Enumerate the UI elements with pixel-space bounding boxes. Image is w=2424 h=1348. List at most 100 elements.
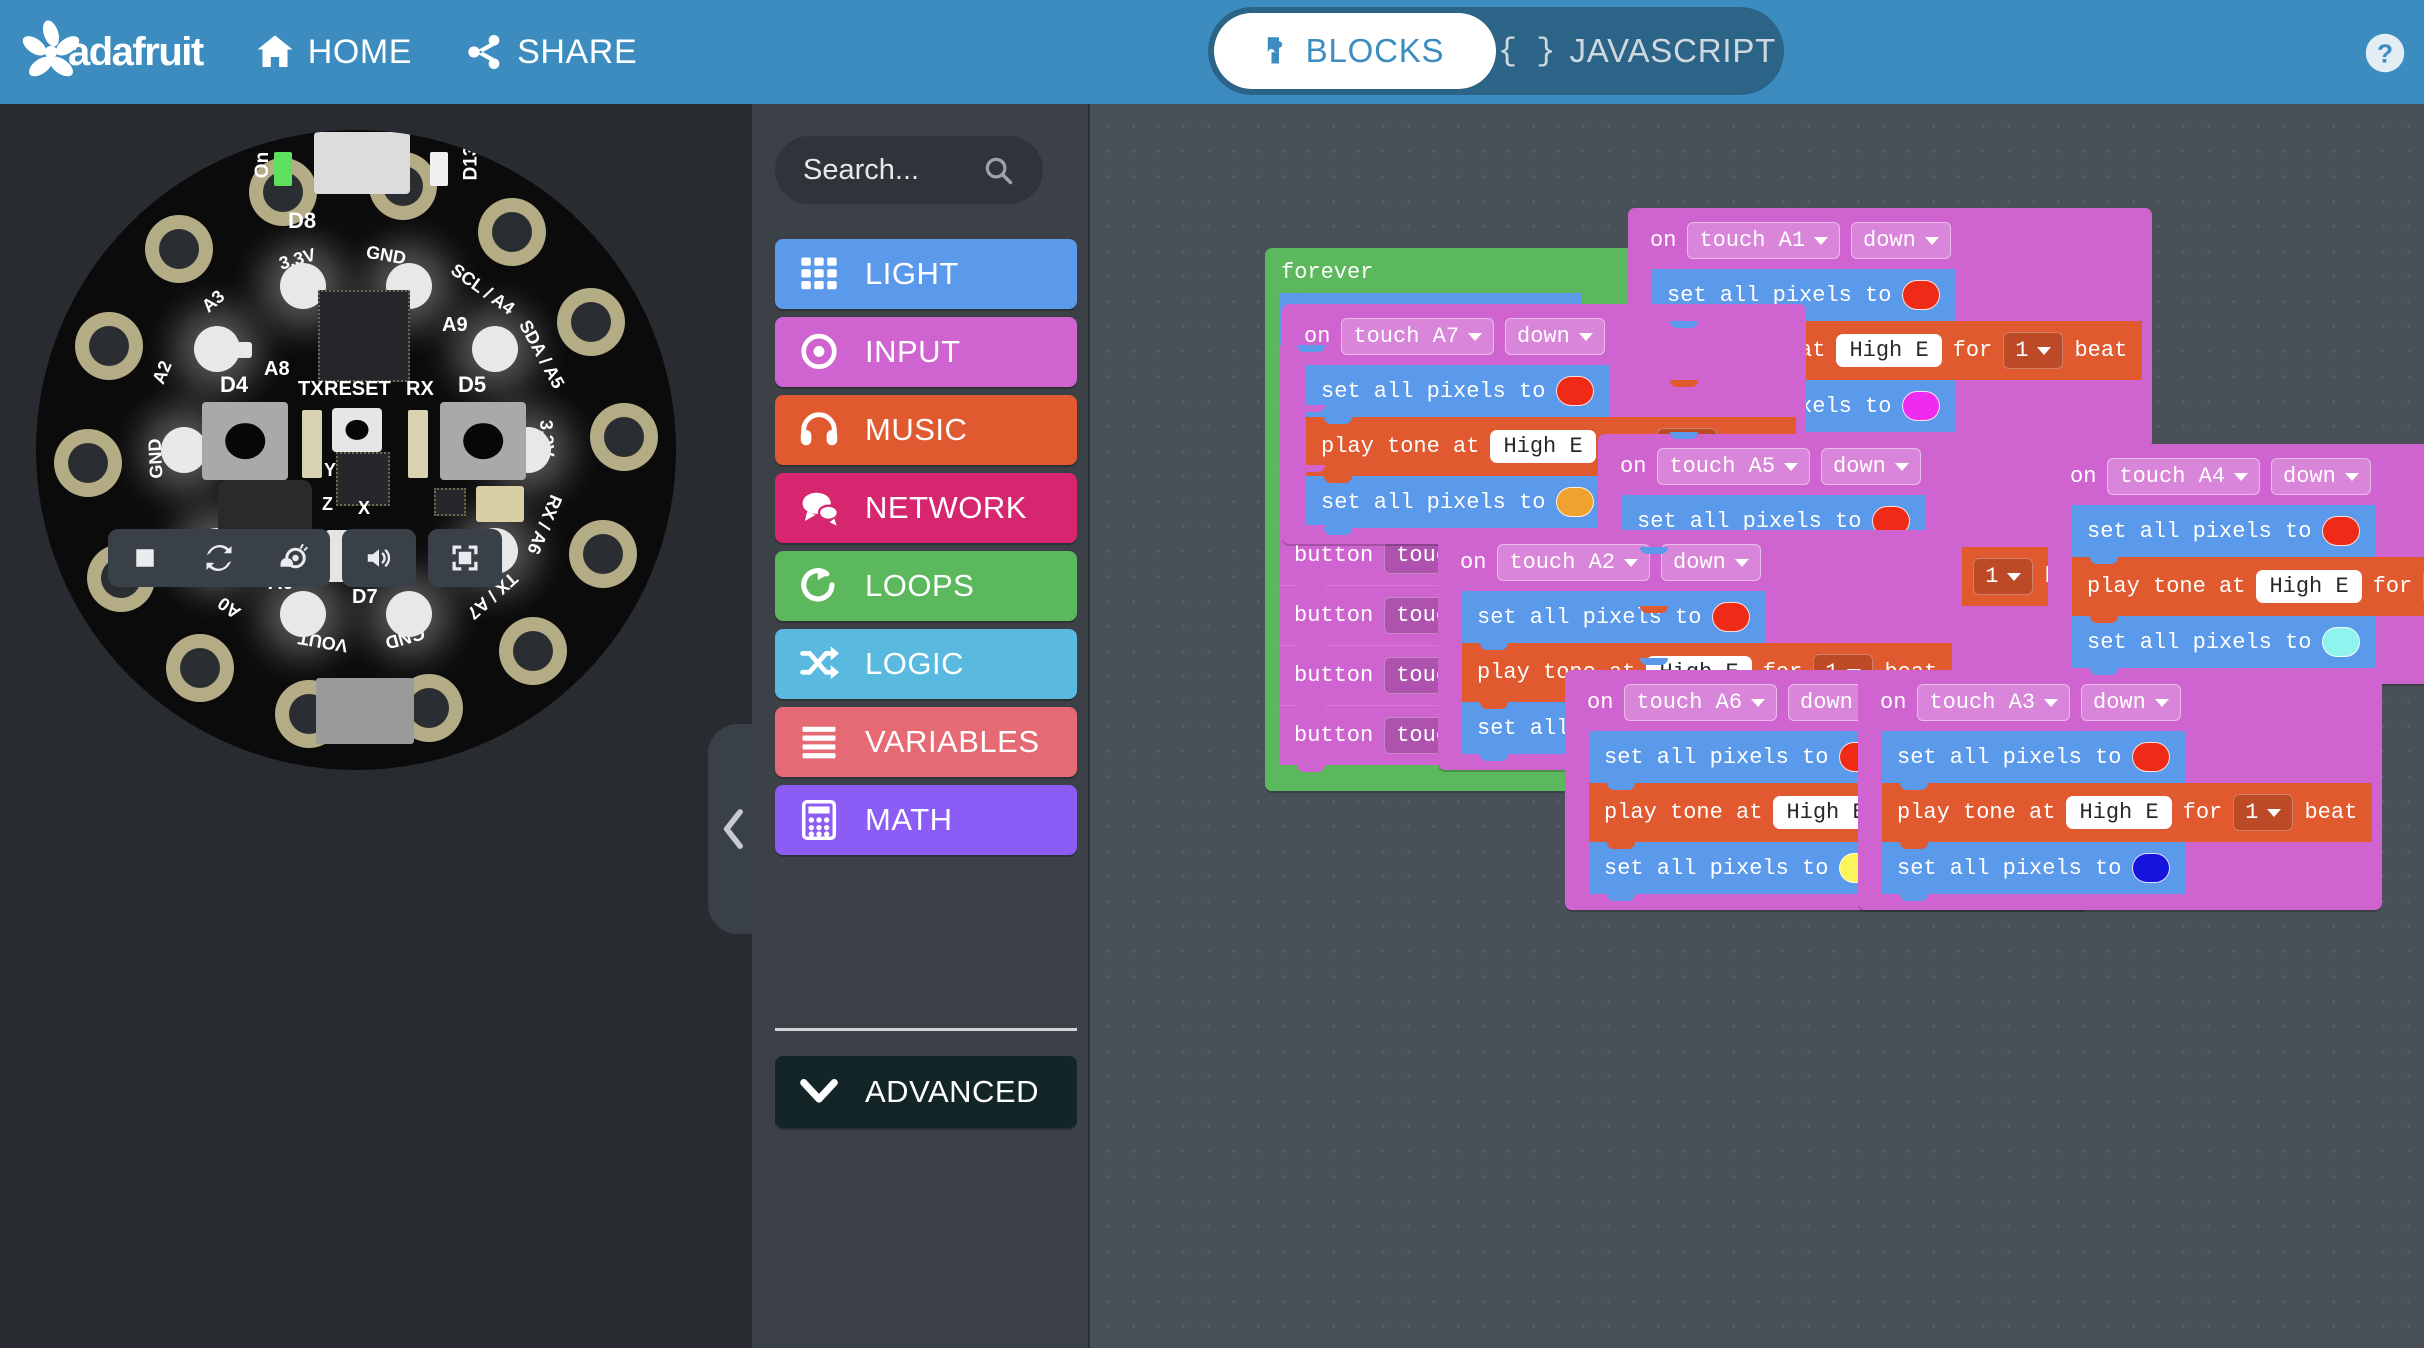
category-label: LIGHT <box>865 256 959 292</box>
block-stack: set all pixels toplay tone atHigh Efor1b… <box>2072 505 2424 668</box>
event-dropdown[interactable]: down <box>2081 684 2181 721</box>
set-all-pixels-block[interactable]: set all pixels to <box>1306 365 1609 417</box>
snail-icon <box>278 543 308 573</box>
touch-pad-2[interactable] <box>557 288 625 356</box>
block-label: set all pixels to <box>1604 745 1828 770</box>
color-swatch[interactable] <box>1902 280 1940 310</box>
tab-blocks[interactable]: BLOCKS <box>1214 13 1496 89</box>
share-button[interactable]: SHARE <box>464 0 637 104</box>
help-icon[interactable]: ? <box>2364 32 2406 74</box>
pin-dropdown[interactable]: touch A7 <box>1341 318 1494 355</box>
pin-dropdown[interactable]: touch A1 <box>1687 222 1840 259</box>
color-swatch[interactable] <box>1712 602 1750 632</box>
collapse-simulator-handle[interactable] <box>708 724 760 934</box>
event-handler-touch-a3[interactable]: ontouch A3downset all pixels toplay tone… <box>1858 670 2382 910</box>
block-notch <box>1297 345 1325 352</box>
event-dropdown[interactable]: down <box>1505 318 1605 355</box>
on-label: on <box>2070 464 2096 489</box>
mute-button[interactable] <box>342 529 416 587</box>
neopixel-1[interactable] <box>472 326 518 372</box>
toolbox-category-math[interactable]: MATH <box>775 785 1077 855</box>
neopixel-5[interactable] <box>280 591 326 637</box>
rx-led <box>408 410 428 478</box>
toolbox-category-advanced[interactable]: ADVANCED <box>775 1056 1077 1128</box>
beats-dropdown[interactable]: 1 <box>1973 558 2033 595</box>
stop-button[interactable] <box>108 529 182 587</box>
set-all-pixels-block[interactable]: set all pixels to <box>1306 476 1609 528</box>
event-dropdown[interactable]: down <box>1661 544 1761 581</box>
fullscreen-button[interactable] <box>428 529 502 587</box>
restart-button[interactable] <box>182 529 256 587</box>
chevron-down-icon <box>2345 473 2359 481</box>
restart-icon <box>204 543 234 573</box>
dropdown-label: down <box>2283 464 2336 489</box>
play-tone-block[interactable]: play tone atHigh Efor1beat <box>1882 783 2372 842</box>
touch-pad-1[interactable] <box>478 198 546 266</box>
pad-label: RX / A6 <box>522 492 566 558</box>
dropdown-label: touch A7 <box>1353 324 1459 349</box>
slow-motion-button[interactable] <box>256 529 330 587</box>
on-event-block[interactable]: on touch A4 down set all pixels toplay tone… <box>2048 444 2424 684</box>
play-tone-block[interactable]: play tone atHigh Efor1beat <box>2072 557 2424 616</box>
set-all-pixels-block[interactable]: set all pixels to <box>2072 505 2375 557</box>
tab-javascript[interactable]: { } JAVASCRIPT <box>1496 13 1778 89</box>
pin-dropdown[interactable]: touch A2 <box>1497 544 1650 581</box>
set-all-pixels-block[interactable]: set all pixels to <box>1589 842 1892 894</box>
blocks-workspace[interactable]: foreverset all pixels tobuttontouch A1se… <box>1090 104 2424 1348</box>
toolbox-category-input[interactable]: INPUT <box>775 317 1077 387</box>
adafruit-logo[interactable]: adafruit <box>18 0 203 104</box>
set-all-pixels-block[interactable]: set all pixels to <box>1882 842 2185 894</box>
pin-dropdown[interactable]: touch A6 <box>1624 684 1777 721</box>
toolbox-category-loops[interactable]: LOOPS <box>775 551 1077 621</box>
neopixel-4[interactable] <box>386 591 432 637</box>
toolbox-category-network[interactable]: NETWORK <box>775 473 1077 543</box>
touch-pad-8[interactable] <box>166 634 234 702</box>
pin-dropdown[interactable]: touch A5 <box>1657 448 1810 485</box>
chevron-down-icon <box>1735 559 1749 567</box>
touch-pad-4[interactable] <box>569 520 637 588</box>
a8-label: A8 <box>264 358 290 381</box>
circuit-playground-board[interactable]: GNDSCL / A4SDA / A53.3VRX / A6TX / A7GND… <box>36 130 676 770</box>
pin-dropdown[interactable]: touch A3 <box>1917 684 2070 721</box>
color-swatch[interactable] <box>2132 742 2170 772</box>
ir-sensor <box>226 342 252 358</box>
event-handler-touch-a4[interactable]: on touch A4 down set all pixels toplay tone… <box>2048 444 2424 684</box>
toolbox-category-light[interactable]: LIGHT <box>775 239 1077 309</box>
block-notch <box>1640 495 1668 502</box>
touch-pad-12[interactable] <box>145 215 213 283</box>
toolbox-category-logic[interactable]: LOGIC <box>775 629 1077 699</box>
set-all-pixels-block[interactable]: set all pixels to <box>1462 591 1765 643</box>
set-all-pixels-block[interactable]: set all pixels to <box>1882 731 2185 783</box>
toolbox-category-music[interactable]: MUSIC <box>775 395 1077 465</box>
block-notch <box>2090 557 2118 564</box>
tab-javascript-label: JAVASCRIPT <box>1569 32 1776 70</box>
event-dropdown[interactable]: down <box>1851 222 1951 259</box>
event-dropdown[interactable]: down <box>2271 458 2371 495</box>
toolbox-category-variables[interactable]: VARIABLES <box>775 707 1077 777</box>
touch-pad-3[interactable] <box>590 403 658 471</box>
set-all-pixels-block[interactable]: set all pixels to <box>1589 731 1892 783</box>
touch-pad-5[interactable] <box>499 617 567 685</box>
color-swatch[interactable] <box>2132 853 2170 883</box>
on-event-block[interactable]: ontouch A3downset all pixels toplay tone… <box>1858 670 2382 910</box>
set-all-pixels-block[interactable]: set all pixels to <box>2072 616 2375 668</box>
neopixel-7[interactable] <box>161 427 207 473</box>
color-swatch[interactable] <box>2322 516 2360 546</box>
touch-pad-10[interactable] <box>54 429 122 497</box>
beats-dropdown[interactable]: 1 <box>2233 794 2293 831</box>
search-input[interactable]: Search... <box>775 136 1043 204</box>
pin-dropdown[interactable]: touch A4 <box>2107 458 2260 495</box>
event-dropdown[interactable]: down <box>1821 448 1921 485</box>
color-swatch[interactable] <box>1556 487 1594 517</box>
block-notch <box>1480 754 1508 761</box>
category-label: LOOPS <box>865 568 974 604</box>
color-swatch[interactable] <box>1902 391 1940 421</box>
block-notch <box>1607 731 1635 738</box>
color-swatch[interactable] <box>1556 376 1594 406</box>
block-label: for <box>1953 338 1993 363</box>
touch-pad-11[interactable] <box>75 312 143 380</box>
battery-connector <box>316 678 414 744</box>
color-swatch[interactable] <box>2322 627 2360 657</box>
beats-dropdown[interactable]: 1 <box>2003 332 2063 369</box>
home-button[interactable]: HOME <box>255 0 412 104</box>
